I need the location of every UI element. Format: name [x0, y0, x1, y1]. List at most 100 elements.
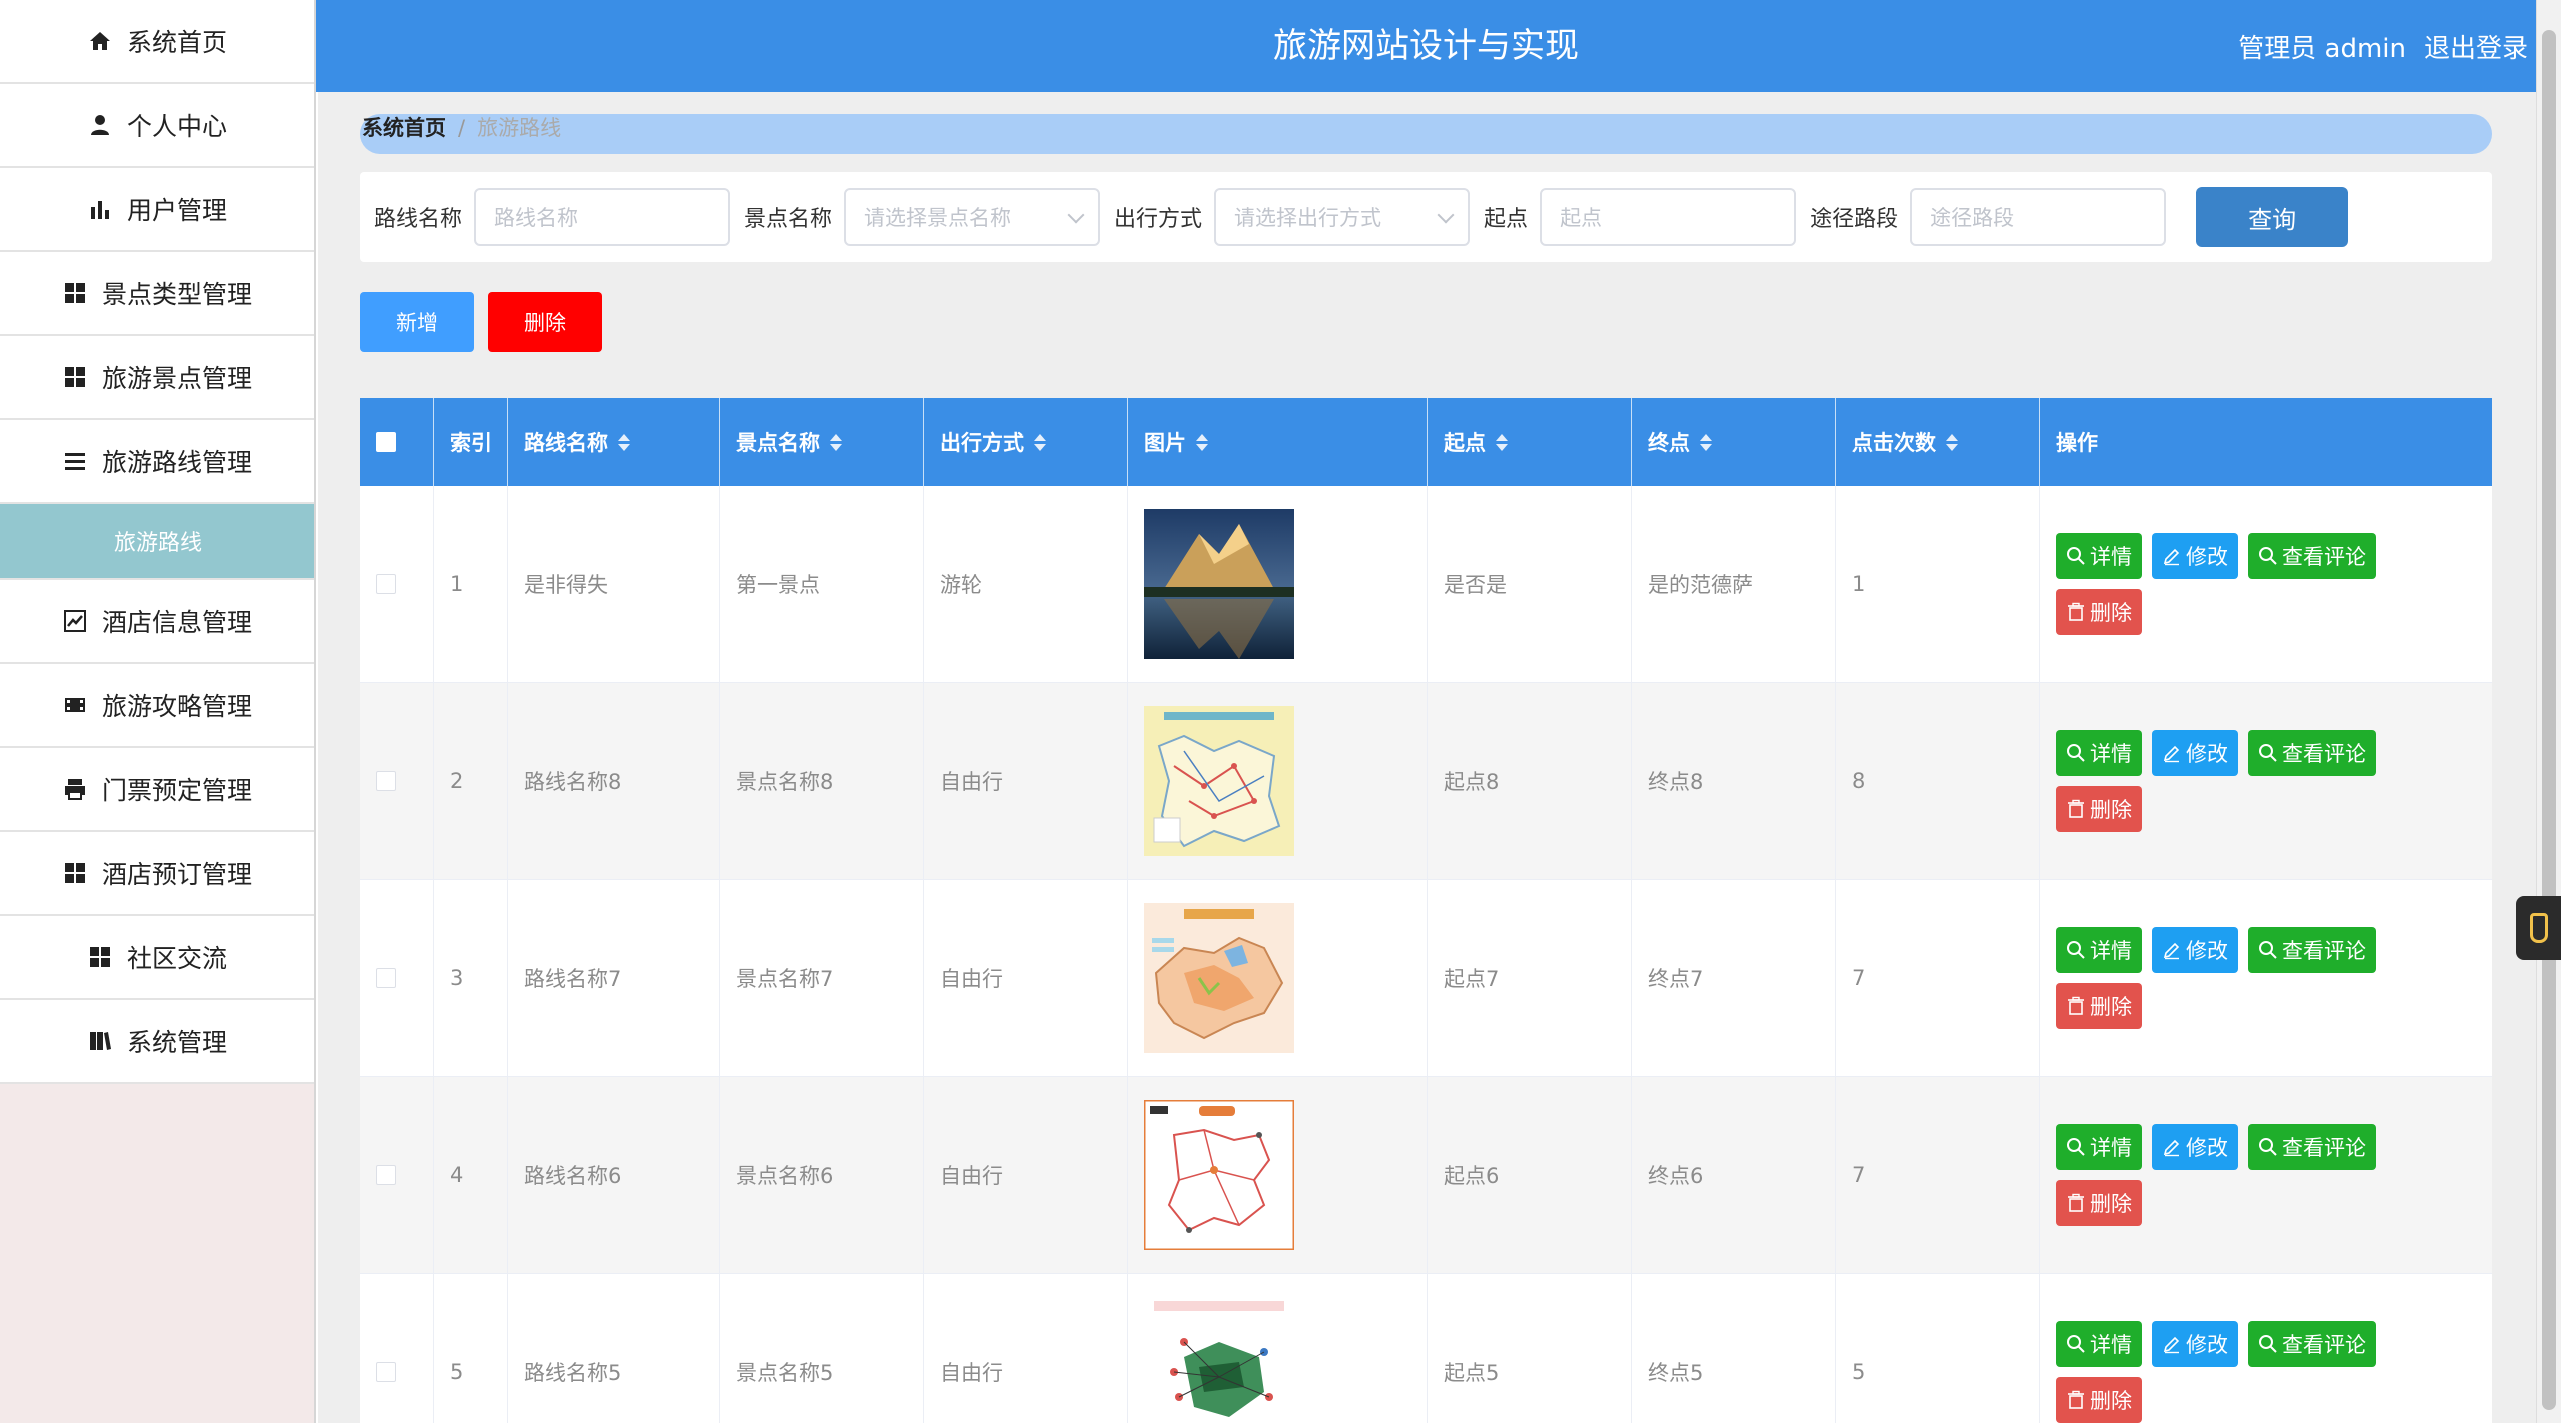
sort-icon[interactable] [1496, 433, 1508, 451]
header-select-all[interactable] [360, 398, 434, 486]
row-checkbox[interactable] [376, 968, 396, 988]
edit-button[interactable]: 修改 [2152, 1321, 2238, 1367]
sidebar-item-label: 系统首页 [126, 28, 227, 57]
sidebar-item-label: 社区交流 [126, 944, 227, 973]
sort-icon[interactable] [1196, 433, 1208, 451]
select-all-checkbox[interactable] [376, 432, 396, 452]
button-label: 删除 [2090, 601, 2132, 625]
detail-button[interactable]: 详情 [2056, 730, 2142, 776]
header-start[interactable]: 起点 [1428, 398, 1632, 486]
row-checkbox[interactable] [376, 771, 396, 791]
view-comments-button[interactable]: 查看评论 [2248, 730, 2376, 776]
travel-mode-select[interactable]: 请选择出行方式 [1214, 188, 1471, 246]
detail-button[interactable]: 详情 [2056, 927, 2142, 973]
sort-icon[interactable] [1034, 433, 1046, 451]
cell-index: 2 [434, 683, 508, 879]
vertical-scrollbar[interactable] [2536, 0, 2561, 1423]
sidebar-item-system[interactable]: 系统管理 [0, 1000, 314, 1084]
trash-icon [2068, 996, 2084, 1015]
detail-button[interactable]: 详情 [2056, 533, 2142, 579]
header-route-name[interactable]: 路线名称 [508, 398, 720, 486]
route-path-input[interactable]: 途径路段 [1910, 188, 2167, 246]
row-delete-button[interactable]: 删除 [2056, 786, 2142, 832]
edit-button[interactable]: 修改 [2152, 927, 2238, 973]
sidebar-item-guides[interactable]: 旅游攻略管理 [0, 664, 314, 748]
sidebar-item-profile[interactable]: 个人中心 [0, 84, 314, 168]
search-icon [2259, 941, 2277, 959]
table-row: 5 路线名称5 景点名称5 自由行 起点5 终点5 5 详情 修改 查看评论 删… [360, 1274, 2492, 1423]
header-spot-name[interactable]: 景点名称 [720, 398, 924, 486]
sort-icon[interactable] [1700, 433, 1712, 451]
button-label: 详情 [2090, 742, 2132, 766]
scrollbar-thumb[interactable] [2542, 30, 2556, 1410]
header-image[interactable]: 图片 [1128, 398, 1428, 486]
grid-icon [62, 860, 88, 886]
row-delete-button[interactable]: 删除 [2056, 1180, 2142, 1226]
edit-button[interactable]: 修改 [2152, 730, 2238, 776]
row-actions-bottom: 删除 [2056, 983, 2386, 1029]
sort-icon[interactable] [1946, 433, 1958, 451]
cell-index: 1 [434, 486, 508, 682]
bulk-delete-button[interactable]: 删除 [488, 292, 602, 352]
row-actions-bottom: 删除 [2056, 1377, 2386, 1423]
floating-tool-button[interactable] [2516, 896, 2561, 960]
sidebar-item-home[interactable]: 系统首页 [0, 0, 314, 84]
sort-icon[interactable] [830, 433, 842, 451]
view-comments-button[interactable]: 查看评论 [2248, 533, 2376, 579]
breadcrumb-home[interactable]: 系统首页 [362, 114, 446, 142]
row-actions-top: 详情 修改 查看评论 [2056, 1124, 2386, 1170]
row-checkbox[interactable] [376, 574, 396, 594]
button-label: 详情 [2090, 1333, 2132, 1357]
cell-spot-name: 景点名称7 [720, 880, 924, 1076]
edit-button[interactable]: 修改 [2152, 1124, 2238, 1170]
cell-index: 4 [434, 1077, 508, 1273]
row-actions-bottom: 删除 [2056, 1180, 2386, 1226]
header-clicks[interactable]: 点击次数 [1836, 398, 2040, 486]
sidebar-item-routes[interactable]: 旅游路线管理 [0, 420, 314, 504]
header-travel-mode[interactable]: 出行方式 [924, 398, 1128, 486]
sidebar-item-tickets[interactable]: 门票预定管理 [0, 748, 314, 832]
sidebar-item-users[interactable]: 用户管理 [0, 168, 314, 252]
logout-link[interactable]: 退出登录 [2424, 28, 2528, 65]
start-input[interactable]: 起点 [1540, 188, 1797, 246]
sidebar-item-hotel-bookings[interactable]: 酒店预订管理 [0, 832, 314, 916]
cell-index: 5 [434, 1274, 508, 1423]
cell-start: 起点5 [1428, 1274, 1632, 1423]
sidebar: 系统首页 个人中心 用户管理 景点类型管理 旅游景点管理 旅游路线管理 旅游路线… [0, 0, 316, 1423]
sidebar-item-label: 景点类型管理 [101, 280, 252, 309]
detail-button[interactable]: 详情 [2056, 1124, 2142, 1170]
sidebar-item-community[interactable]: 社区交流 [0, 916, 314, 1000]
sort-icon[interactable] [618, 433, 630, 451]
spot-name-select[interactable]: 请选择景点名称 [844, 188, 1101, 246]
row-actions: 详情 修改 查看评论 删除 [2056, 1124, 2386, 1226]
row-delete-button[interactable]: 删除 [2056, 589, 2142, 635]
search-button[interactable]: 查询 [2196, 187, 2349, 247]
route-name-input[interactable]: 路线名称 [474, 188, 731, 246]
grid-icon [87, 944, 113, 970]
sidebar-item-hotels[interactable]: 酒店信息管理 [0, 580, 314, 664]
view-comments-button[interactable]: 查看评论 [2248, 1321, 2376, 1367]
pencil-icon [2163, 745, 2180, 763]
header-label: 景点名称 [736, 431, 820, 455]
header-end[interactable]: 终点 [1632, 398, 1836, 486]
search-form: 路线名称 路线名称 景点名称 请选择景点名称 出行方式 请选择出行方式 起点 起… [360, 172, 2492, 262]
sidebar-item-spots[interactable]: 旅游景点管理 [0, 336, 314, 420]
add-button[interactable]: 新增 [360, 292, 474, 352]
row-actions-top: 详情 修改 查看评论 [2056, 1321, 2386, 1367]
cell-route-name: 路线名称8 [508, 683, 720, 879]
row-delete-button[interactable]: 删除 [2056, 983, 2142, 1029]
sidebar-item-spot-types[interactable]: 景点类型管理 [0, 252, 314, 336]
detail-button[interactable]: 详情 [2056, 1321, 2142, 1367]
row-checkbox[interactable] [376, 1165, 396, 1185]
cell-end: 终点8 [1632, 683, 1836, 879]
view-comments-button[interactable]: 查看评论 [2248, 1124, 2376, 1170]
search-icon [2067, 1335, 2085, 1353]
row-checkbox[interactable] [376, 1362, 396, 1382]
sidebar-subitem-routes[interactable]: 旅游路线 [0, 504, 314, 580]
cell-end: 是的范德萨 [1632, 486, 1836, 682]
sidebar-item-label: 旅游景点管理 [101, 364, 252, 393]
cell-clicks: 1 [1836, 486, 2040, 682]
row-delete-button[interactable]: 删除 [2056, 1377, 2142, 1423]
edit-button[interactable]: 修改 [2152, 533, 2238, 579]
view-comments-button[interactable]: 查看评论 [2248, 927, 2376, 973]
